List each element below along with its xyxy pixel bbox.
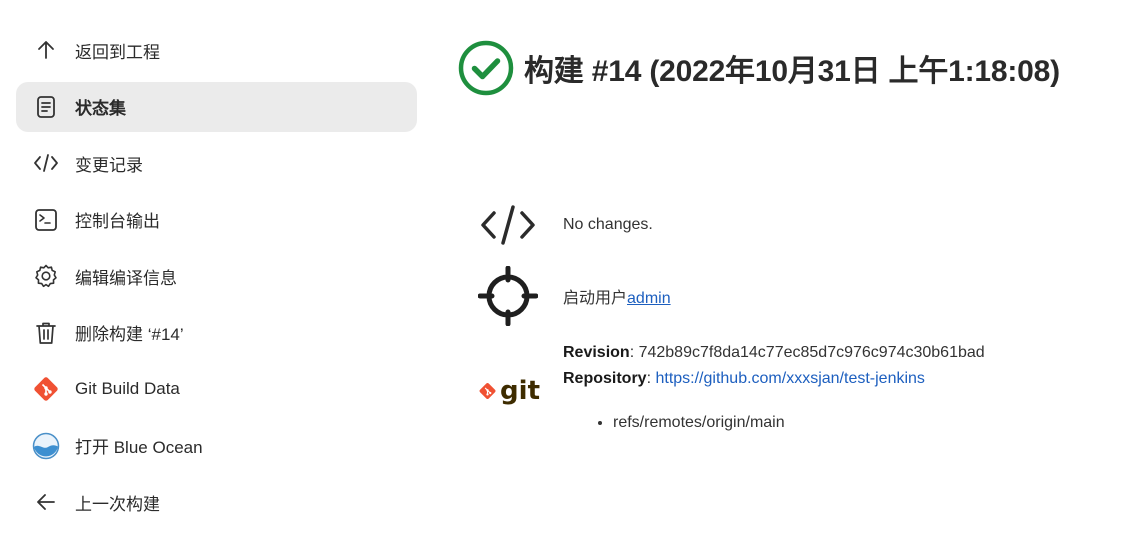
- changes-summary: No changes.: [478, 195, 653, 255]
- crosshair-icon: [478, 266, 538, 326]
- sidebar-item-label: 上一次构建: [75, 494, 160, 514]
- repository-label: Repository: [563, 370, 647, 387]
- started-by: 启动用户admin: [478, 266, 671, 326]
- build-header: 构建 #14 (2022年10月31日 上午1:18:08): [458, 40, 1060, 96]
- sidebar-item-edit-build-info[interactable]: 编辑编译信息: [16, 251, 417, 301]
- revision-label: Revision: [563, 344, 630, 361]
- started-by-text: 启动用户admin: [563, 284, 671, 308]
- list-item: refs/remotes/origin/main: [613, 410, 985, 436]
- code-icon: [478, 195, 538, 255]
- repository-line: Repository: https://github.com/xxxsjan/t…: [563, 370, 925, 387]
- sidebar-item-changes[interactable]: 变更记录: [16, 138, 417, 188]
- sidebar-item-open-blue-ocean[interactable]: 打开 Blue Ocean: [16, 421, 417, 471]
- revision-line: Revision: 742b89c7f8da14c77ec85d7c976c97…: [563, 344, 985, 361]
- git-icon: [32, 375, 60, 403]
- sidebar-item-previous-build[interactable]: 上一次构建: [16, 477, 417, 527]
- git-build-info: git Revision: 742b89c7f8da14c77ec85d7c97…: [478, 340, 985, 436]
- sidebar-item-label: 变更记录: [75, 155, 143, 175]
- terminal-icon: [32, 206, 60, 234]
- git-icon: [479, 383, 496, 399]
- sidebar-item-delete-build[interactable]: 删除构建 ‘#14’: [16, 308, 417, 358]
- success-check-icon: [458, 40, 514, 96]
- sidebar-item-label: 控制台输出: [75, 212, 160, 231]
- sidebar-item-label: 删除构建 ‘#14’: [75, 325, 184, 344]
- git-details: Revision: 742b89c7f8da14c77ec85d7c976c97…: [563, 340, 985, 436]
- document-icon: [32, 93, 60, 121]
- trash-icon: [32, 319, 60, 347]
- changes-text: No changes.: [563, 216, 653, 233]
- sidebar: 返回到工程 状态集 变更记录 控制台输出 编辑编译信息 删除构建 ‘#14’ G…: [16, 25, 417, 534]
- refs-list: refs/remotes/origin/main: [563, 410, 985, 436]
- started-by-prefix: 启动用户: [563, 290, 628, 307]
- sidebar-item-git-build-data[interactable]: Git Build Data: [16, 364, 417, 414]
- sidebar-item-console-output[interactable]: 控制台输出: [16, 195, 417, 245]
- arrow-left-icon: [32, 488, 60, 516]
- git-logo: git: [478, 346, 540, 436]
- page-title: 构建 #14 (2022年10月31日 上午1:18:08): [524, 55, 1060, 88]
- sidebar-item-label: 编辑编译信息: [75, 268, 177, 288]
- sidebar-item-back-to-project[interactable]: 返回到工程: [16, 25, 417, 75]
- sidebar-item-label: 状态集: [75, 99, 126, 118]
- sidebar-item-status[interactable]: 状态集: [16, 81, 417, 132]
- revision-hash: 742b89c7f8da14c77ec85d7c976c974c30b61bad: [638, 344, 985, 361]
- blue-ocean-icon: [32, 432, 60, 460]
- repository-link[interactable]: https://github.com/xxxsjan/test-jenkins: [655, 370, 924, 387]
- sidebar-item-label: 打开 Blue Ocean: [75, 438, 203, 457]
- arrow-up-icon: [32, 36, 60, 64]
- sidebar-item-label: 返回到工程: [75, 42, 160, 62]
- gear-icon: [32, 262, 60, 290]
- sidebar-item-label: Git Build Data: [75, 379, 180, 398]
- user-link-admin[interactable]: admin: [627, 290, 671, 307]
- code-icon: [32, 149, 60, 177]
- git-logo-text: git: [500, 376, 540, 406]
